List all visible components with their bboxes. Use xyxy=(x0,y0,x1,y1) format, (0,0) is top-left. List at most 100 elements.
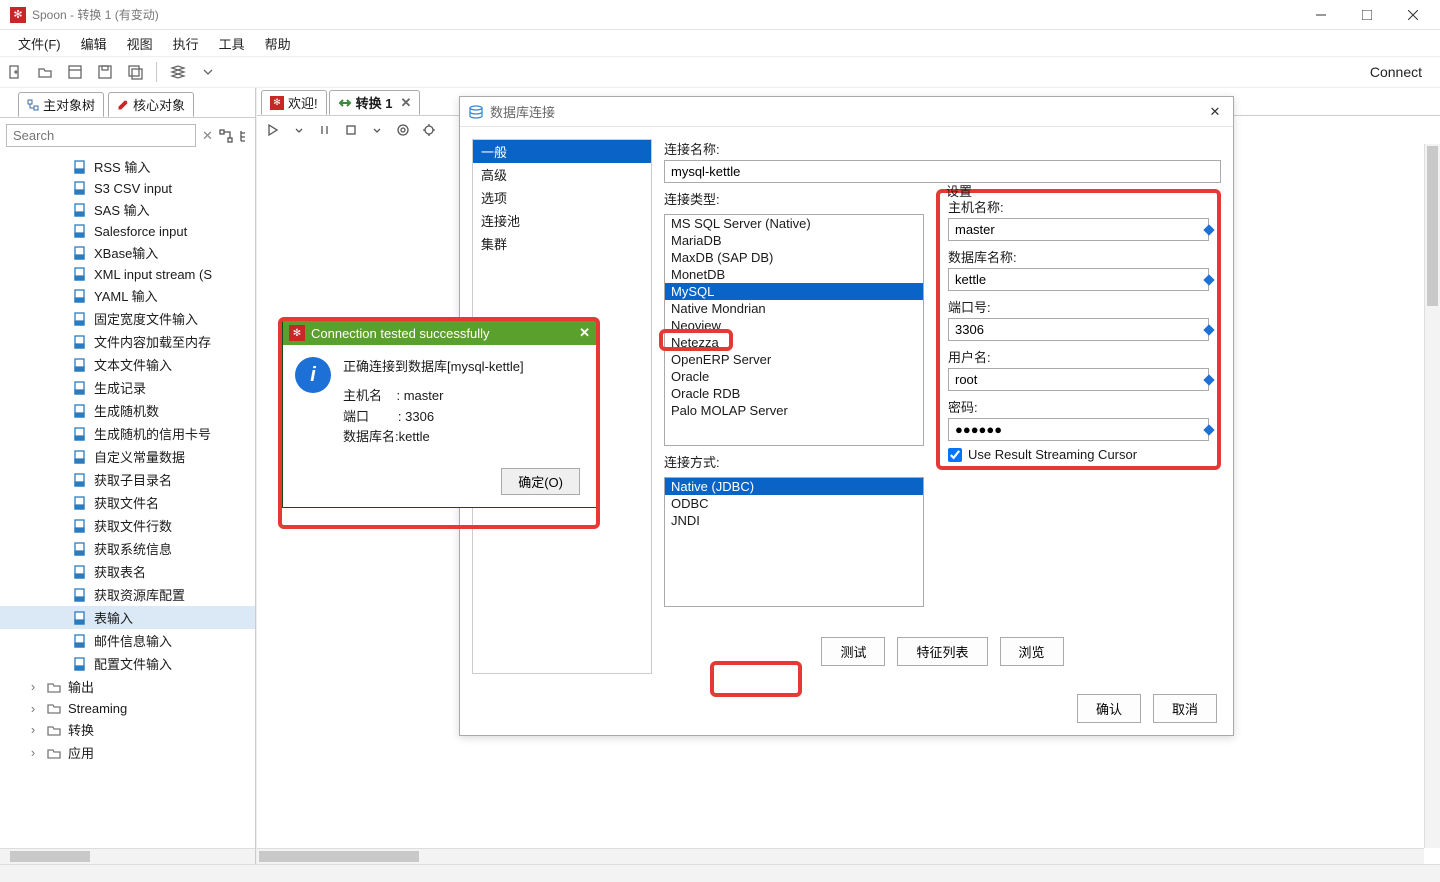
popup-close-icon[interactable]: ✕ xyxy=(579,325,590,341)
pass-input[interactable] xyxy=(948,418,1209,441)
tree-item[interactable]: 固定宽度文件输入 xyxy=(0,307,255,330)
run-dropdown-icon[interactable] xyxy=(289,120,309,140)
menu-help[interactable]: 帮助 xyxy=(255,34,301,53)
tree-item[interactable]: 邮件信息输入 xyxy=(0,629,255,652)
menu-file[interactable]: 文件(F) xyxy=(8,34,71,53)
tree-item[interactable]: 文本文件输入 xyxy=(0,353,255,376)
tree-item[interactable]: 生成记录 xyxy=(0,376,255,399)
popup-ok-button[interactable]: 确定(O) xyxy=(501,468,580,495)
tree-folder[interactable]: ›应用 xyxy=(0,741,255,764)
canvas-v-scrollbar[interactable] xyxy=(1424,144,1440,848)
conn-type-item[interactable]: Neoview xyxy=(665,317,923,334)
host-input[interactable] xyxy=(948,218,1209,241)
access-item[interactable]: Native (JDBC) xyxy=(665,478,923,495)
tree-item[interactable]: YAML 输入 xyxy=(0,284,255,307)
expand-chevron-icon[interactable]: › xyxy=(26,722,40,737)
tree-item[interactable]: S3 CSV input xyxy=(0,178,255,198)
tab-main-tree[interactable]: 主对象树 xyxy=(18,92,104,117)
features-button[interactable]: 特征列表 xyxy=(897,637,987,666)
tree-item[interactable]: XBase输入 xyxy=(0,241,255,264)
conn-type-item[interactable]: Oracle RDB xyxy=(665,385,923,402)
test-button[interactable]: 测试 xyxy=(821,637,885,666)
cursor-checkbox[interactable] xyxy=(948,448,962,462)
conn-type-item[interactable]: Netezza xyxy=(665,334,923,351)
tree-folder[interactable]: ›Streaming xyxy=(0,698,255,718)
stop-icon[interactable] xyxy=(341,120,361,140)
dialog-nav-item[interactable]: 选项 xyxy=(473,186,651,209)
conn-type-list[interactable]: MS SQL Server (Native)MariaDBMaxDB (SAP … xyxy=(664,214,924,446)
tree-item[interactable]: 生成随机数 xyxy=(0,399,255,422)
maximize-button[interactable] xyxy=(1344,0,1390,30)
tree-item[interactable]: XML input stream (S xyxy=(0,264,255,284)
stop-dropdown-icon[interactable] xyxy=(367,120,387,140)
tab-close-icon[interactable]: ✕ xyxy=(396,95,411,111)
explore-icon[interactable] xyxy=(64,61,86,83)
preview-icon[interactable] xyxy=(393,120,413,140)
menu-edit[interactable]: 编辑 xyxy=(71,34,117,53)
tree-item[interactable]: 获取系统信息 xyxy=(0,537,255,560)
tree-item[interactable]: 获取资源库配置 xyxy=(0,583,255,606)
expand-chevron-icon[interactable]: › xyxy=(26,679,40,694)
tree-item[interactable]: 获取文件行数 xyxy=(0,514,255,537)
conn-type-item[interactable]: MariaDB xyxy=(665,232,923,249)
conn-type-item[interactable]: OpenERP Server xyxy=(665,351,923,368)
tree-item[interactable]: RSS 输入 xyxy=(0,155,255,178)
open-file-icon[interactable] xyxy=(34,61,56,83)
user-input[interactable] xyxy=(948,368,1209,391)
cancel-button[interactable]: 取消 xyxy=(1153,694,1217,723)
perspective-icon[interactable] xyxy=(167,61,189,83)
menu-view[interactable]: 视图 xyxy=(117,34,163,53)
tree-item[interactable]: 自定义常量数据 xyxy=(0,445,255,468)
save-as-icon[interactable] xyxy=(124,61,146,83)
tree-item[interactable]: SAS 输入 xyxy=(0,198,255,221)
tree-item[interactable]: Salesforce input xyxy=(0,221,255,241)
expand-chevron-icon[interactable]: › xyxy=(26,745,40,760)
clear-search-icon[interactable]: ✕ xyxy=(202,128,213,144)
tab-core-objects[interactable]: 核心对象 xyxy=(108,92,194,117)
access-item[interactable]: JNDI xyxy=(665,512,923,529)
save-icon[interactable] xyxy=(94,61,116,83)
tree-item[interactable]: 配置文件输入 xyxy=(0,652,255,675)
tab-transformation[interactable]: 转换 1 ✕ xyxy=(329,90,421,115)
canvas-h-scrollbar[interactable] xyxy=(257,848,1424,864)
dialog-nav-item[interactable]: 高级 xyxy=(473,163,651,186)
conn-type-item[interactable]: MonetDB xyxy=(665,266,923,283)
left-h-scrollbar[interactable] xyxy=(0,848,255,864)
conn-type-item[interactable]: MS SQL Server (Native) xyxy=(665,215,923,232)
access-item[interactable]: ODBC xyxy=(665,495,923,512)
expand-chevron-icon[interactable]: › xyxy=(26,701,40,716)
collapse-icon[interactable] xyxy=(239,128,253,144)
ok-button[interactable]: 确认 xyxy=(1077,694,1141,723)
tree-folder[interactable]: ›输出 xyxy=(0,675,255,698)
conn-type-item[interactable]: Oracle xyxy=(665,368,923,385)
run-icon[interactable] xyxy=(263,120,283,140)
tree-item[interactable]: 获取表名 xyxy=(0,560,255,583)
conn-type-item[interactable]: MaxDB (SAP DB) xyxy=(665,249,923,266)
conn-type-item[interactable]: MySQL xyxy=(665,283,923,300)
conn-type-item[interactable]: Native Mondrian xyxy=(665,300,923,317)
tree-item[interactable]: 表输入 xyxy=(0,606,255,629)
new-file-icon[interactable] xyxy=(4,61,26,83)
connect-link[interactable]: Connect xyxy=(1370,64,1422,80)
tree-item[interactable]: 文件内容加载至内存 xyxy=(0,330,255,353)
dropdown-icon[interactable] xyxy=(197,61,219,83)
menu-tools[interactable]: 工具 xyxy=(209,34,255,53)
dialog-nav-item[interactable]: 一般 xyxy=(473,140,651,163)
tree-item[interactable]: 获取子目录名 xyxy=(0,468,255,491)
dialog-close-icon[interactable]: ✕ xyxy=(1205,104,1225,120)
tree-folder[interactable]: ›转换 xyxy=(0,718,255,741)
expand-icon[interactable] xyxy=(219,128,233,144)
search-input[interactable] xyxy=(6,124,196,147)
tree-item[interactable]: 生成随机的信用卡号 xyxy=(0,422,255,445)
db-input[interactable] xyxy=(948,268,1209,291)
port-input[interactable] xyxy=(948,318,1209,341)
close-button[interactable] xyxy=(1390,0,1436,30)
minimize-button[interactable] xyxy=(1298,0,1344,30)
object-tree[interactable]: RSS 输入S3 CSV inputSAS 输入Salesforce input… xyxy=(0,153,255,848)
tab-welcome[interactable]: ✻ 欢迎! xyxy=(261,90,327,115)
access-list[interactable]: Native (JDBC)ODBCJNDI xyxy=(664,477,924,607)
conn-type-item[interactable]: Palo MOLAP Server xyxy=(665,402,923,419)
browse-button[interactable]: 浏览 xyxy=(1000,637,1064,666)
debug-icon[interactable] xyxy=(419,120,439,140)
dialog-nav-item[interactable]: 连接池 xyxy=(473,209,651,232)
